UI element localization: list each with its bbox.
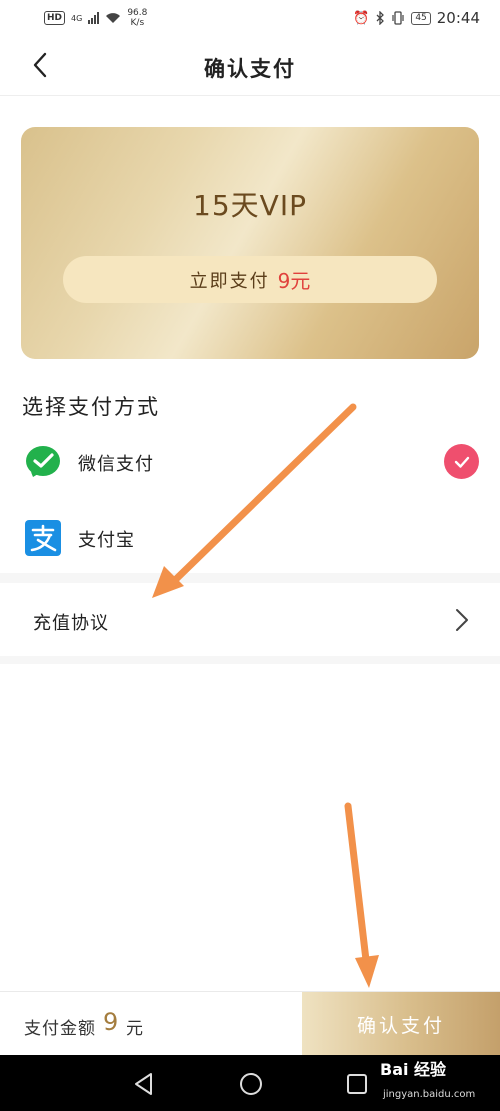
wechat-pay-icon — [26, 446, 60, 477]
header: 确认支付 — [0, 36, 500, 96]
pay-now-price: 9元 — [277, 269, 311, 293]
bottom-pay-bar: 支付金额 9 元 确认支付 — [0, 991, 500, 1056]
network-type: 4G — [71, 13, 83, 23]
speed-unit: K/s — [130, 18, 145, 28]
hd-badge: HD — [44, 11, 66, 25]
payment-option-label: 支付宝 — [78, 530, 135, 551]
arrow-to-confirm — [344, 802, 379, 988]
vip-plan-card: 15天VIP 立即支付 9元 — [21, 127, 479, 359]
recharge-agreement-row[interactable]: 充值协议 — [0, 583, 500, 656]
confirm-pay-button[interactable]: 确认支付 — [302, 992, 500, 1056]
section-divider — [0, 656, 500, 664]
baidu-jingyan-watermark: Bai 经验 — [380, 1060, 447, 1079]
amount-unit: 元 — [126, 1019, 143, 1039]
amount-value: 9 — [103, 1008, 119, 1036]
chevron-right-icon — [456, 609, 468, 631]
wifi-icon — [106, 13, 121, 23]
alarm-icon: ⏰ — [353, 10, 370, 26]
payment-method-heading: 选择支付方式 — [22, 395, 160, 419]
amount-label: 支付金额 — [24, 1019, 96, 1039]
payment-option-label: 微信支付 — [78, 454, 154, 475]
bluetooth-icon — [376, 11, 385, 25]
payment-option-alipay[interactable]: 支付宝 — [0, 508, 500, 568]
watermark-domain: jingyan.baidu.com — [383, 1089, 476, 1100]
speed-value: 96.8 — [127, 8, 148, 18]
pay-now-label: 立即支付 — [189, 270, 270, 292]
selected-check-icon — [444, 444, 479, 479]
status-bar: HD 4G 96.8 K/s ⏰ 45 20:44 — [0, 0, 500, 36]
pay-now-button[interactable]: 立即支付 9元 — [63, 256, 437, 303]
signal-icon — [88, 12, 100, 24]
page-title: 确认支付 — [204, 57, 296, 81]
payment-option-wechat[interactable]: 微信支付 — [0, 432, 500, 492]
nav-recents-icon[interactable] — [344, 1071, 370, 1097]
system-nav-bar: Bai 经验 jingyan.baidu.com — [0, 1055, 500, 1111]
battery-icon: 45 — [411, 11, 431, 25]
network-speed: 96.8 K/s — [127, 8, 147, 28]
status-bar-left: HD 4G 96.8 K/s — [44, 8, 147, 28]
alipay-icon — [25, 520, 61, 556]
recharge-agreement-label: 充值协议 — [33, 613, 109, 634]
clock: 20:44 — [436, 9, 480, 27]
status-bar-right: ⏰ 45 20:44 — [353, 9, 480, 27]
nav-back-icon[interactable] — [131, 1071, 157, 1097]
section-divider — [0, 573, 500, 583]
nav-home-icon[interactable] — [238, 1071, 264, 1097]
vibrate-icon — [392, 11, 404, 25]
vip-plan-title: 15天VIP — [193, 189, 307, 222]
